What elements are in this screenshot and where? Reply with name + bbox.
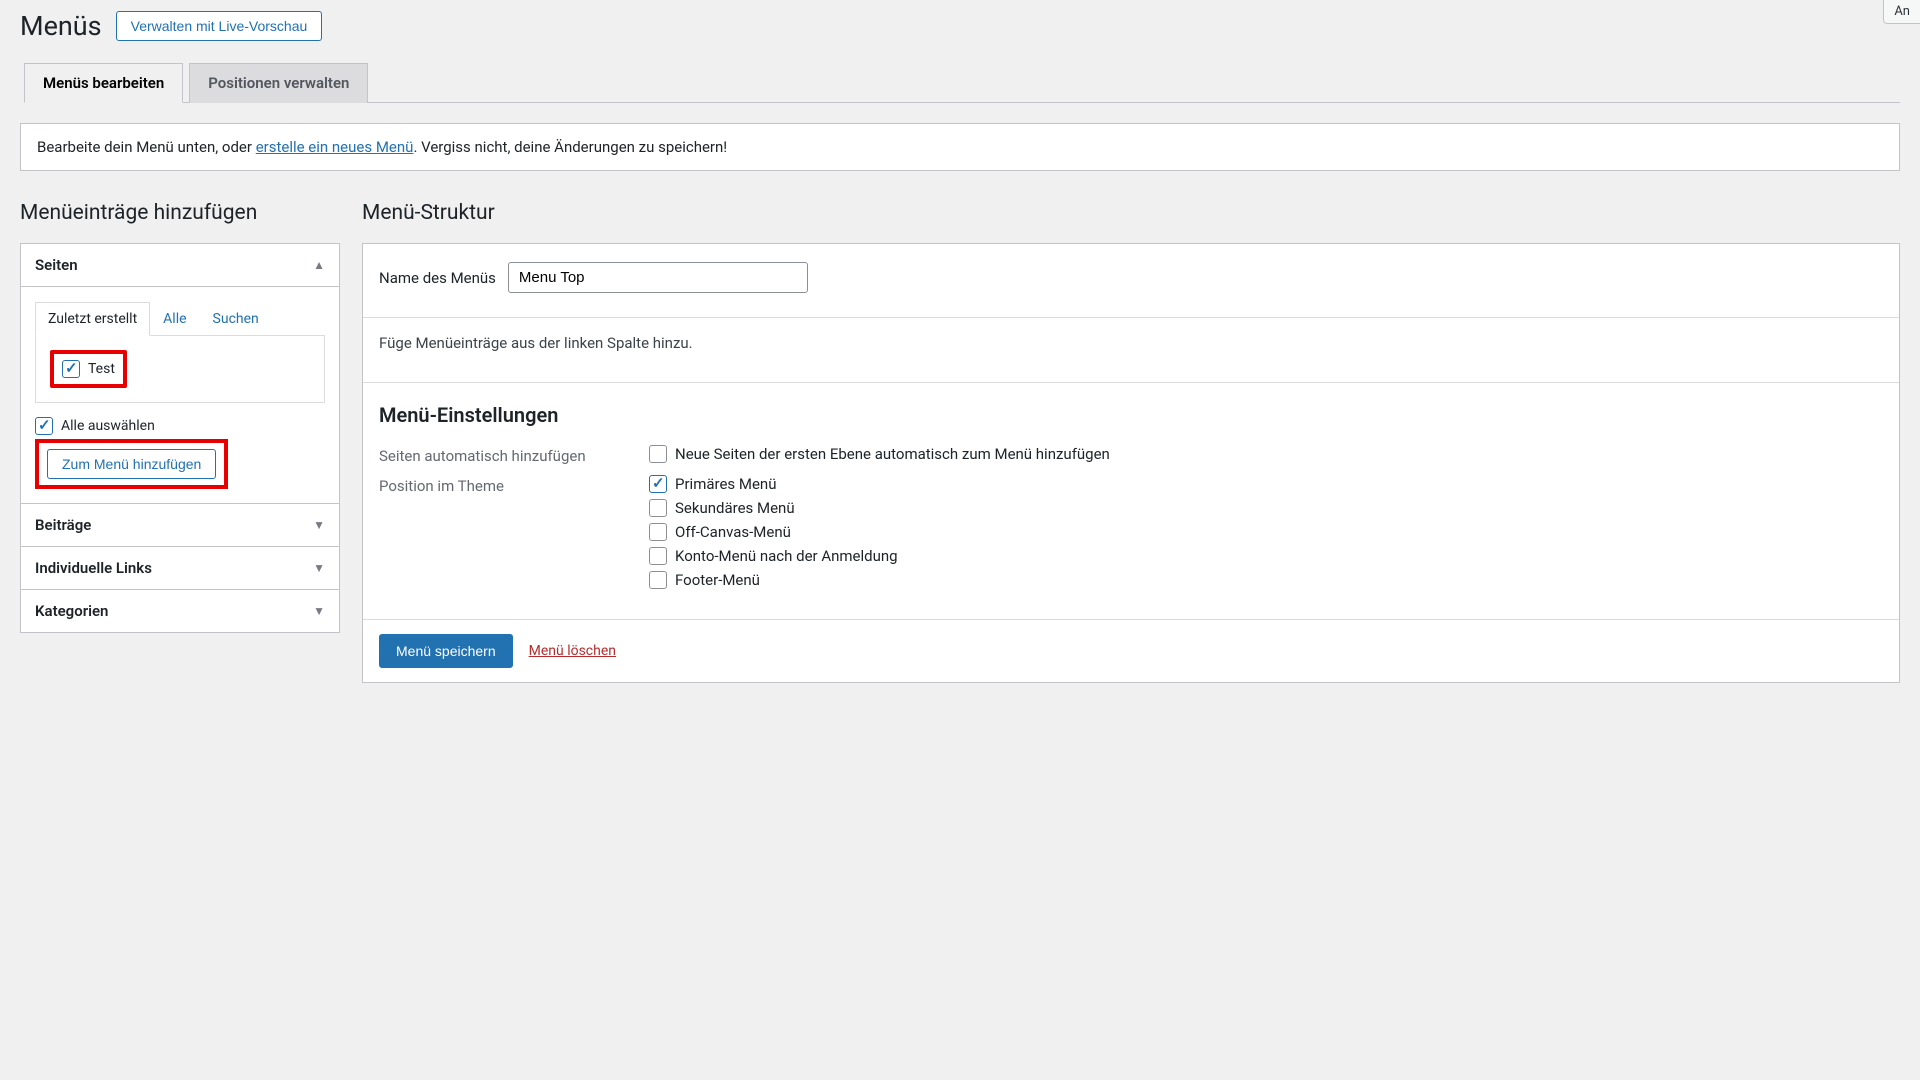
select-all-pages-checkbox[interactable] [35, 417, 53, 435]
location-secondary-label: Sekundäres Menü [675, 499, 795, 517]
postbox-pages-toggle[interactable]: Seiten ▲ [21, 244, 339, 287]
screen-options-tab[interactable]: An [1883, 0, 1920, 24]
caret-down-icon: ▼ [313, 604, 325, 618]
tab-all[interactable]: Alle [150, 302, 199, 336]
auto-add-option-label: Neue Seiten der ersten Ebene automatisch… [675, 445, 1110, 463]
caret-up-icon: ▲ [313, 258, 325, 272]
pages-inner-tabs: Zuletzt erstellt Alle Suchen [35, 301, 325, 336]
postbox-posts-title: Beiträge [35, 516, 91, 534]
page-item-test[interactable]: Test [62, 360, 115, 378]
postbox-pages: Seiten ▲ Zuletzt erstellt Alle Suchen Te… [20, 243, 340, 504]
location-secondary[interactable]: Sekundäres Menü [649, 499, 1883, 517]
location-offcanvas-label: Off-Canvas-Menü [675, 523, 791, 541]
page-title: Menüs [20, 10, 102, 42]
add-to-menu-button[interactable]: Zum Menü hinzufügen [47, 449, 216, 479]
location-secondary-checkbox[interactable] [649, 499, 667, 517]
menu-name-input[interactable] [508, 262, 808, 293]
theme-location-label: Position im Theme [379, 475, 609, 495]
create-new-menu-link[interactable]: erstelle ein neues Menü [256, 138, 414, 156]
menu-structure-heading: Menü-Struktur [362, 201, 1900, 225]
location-offcanvas[interactable]: Off-Canvas-Menü [649, 523, 1883, 541]
live-preview-button[interactable]: Verwalten mit Live-Vorschau [116, 11, 323, 41]
nav-tabs: Menüs bearbeiten Positionen verwalten [24, 62, 1900, 103]
auto-add-checkbox[interactable] [649, 445, 667, 463]
page-item-test-checkbox[interactable] [62, 360, 80, 378]
postbox-categories-title: Kategorien [35, 602, 108, 620]
postbox-categories-toggle[interactable]: Kategorien ▼ [21, 590, 339, 632]
location-primary-checkbox[interactable] [649, 475, 667, 493]
menu-name-label: Name des Menüs [379, 269, 496, 287]
location-primary-label: Primäres Menü [675, 475, 776, 493]
tab-manage-locations[interactable]: Positionen verwalten [189, 63, 368, 103]
menu-instructions: Füge Menüeinträge aus der linken Spalte … [363, 318, 1899, 383]
location-primary[interactable]: Primäres Menü [649, 475, 1883, 493]
select-all-pages[interactable]: Alle auswählen [35, 417, 155, 435]
add-items-heading: Menüeinträge hinzufügen [20, 201, 340, 225]
select-all-pages-label: Alle auswählen [61, 418, 155, 434]
tab-recent[interactable]: Zuletzt erstellt [35, 302, 150, 336]
location-account-checkbox[interactable] [649, 547, 667, 565]
postbox-posts: Beiträge ▼ [20, 504, 340, 547]
postbox-posts-toggle[interactable]: Beiträge ▼ [21, 504, 339, 546]
location-footer-checkbox[interactable] [649, 571, 667, 589]
page-header: Menüs Verwalten mit Live-Vorschau [20, 0, 1900, 62]
postbox-custom-links-title: Individuelle Links [35, 559, 152, 577]
page-item-test-label: Test [88, 361, 115, 377]
postbox-pages-title: Seiten [35, 256, 78, 274]
location-offcanvas-checkbox[interactable] [649, 523, 667, 541]
location-footer-label: Footer-Menü [675, 571, 760, 589]
menu-settings-heading: Menü-Einstellungen [379, 403, 1883, 427]
postbox-custom-links: Individuelle Links ▼ [20, 547, 340, 590]
auto-add-label: Seiten automatisch hinzufügen [379, 445, 609, 465]
caret-down-icon: ▼ [313, 561, 325, 575]
notice-text-post: . Vergiss nicht, deine Änderungen zu spe… [413, 138, 727, 156]
postbox-custom-links-toggle[interactable]: Individuelle Links ▼ [21, 547, 339, 589]
menu-edit-panel: Name des Menüs Füge Menüeinträge aus der… [362, 243, 1900, 683]
postbox-categories: Kategorien ▼ [20, 590, 340, 633]
edit-notice: Bearbeite dein Menü unten, oder erstelle… [20, 123, 1900, 171]
caret-down-icon: ▼ [313, 518, 325, 532]
notice-text-pre: Bearbeite dein Menü unten, oder [37, 138, 256, 156]
highlight-add-button: Zum Menü hinzufügen [35, 439, 228, 489]
delete-menu-link[interactable]: Menü löschen [529, 643, 616, 659]
auto-add-option[interactable]: Neue Seiten der ersten Ebene automatisch… [649, 445, 1883, 463]
location-footer[interactable]: Footer-Menü [649, 571, 1883, 589]
tab-edit-menus[interactable]: Menüs bearbeiten [24, 63, 183, 103]
tab-search[interactable]: Suchen [200, 302, 272, 336]
highlight-test-item: Test [50, 350, 127, 388]
location-account[interactable]: Konto-Menü nach der Anmeldung [649, 547, 1883, 565]
save-menu-button[interactable]: Menü speichern [379, 634, 513, 668]
location-account-label: Konto-Menü nach der Anmeldung [675, 547, 898, 565]
